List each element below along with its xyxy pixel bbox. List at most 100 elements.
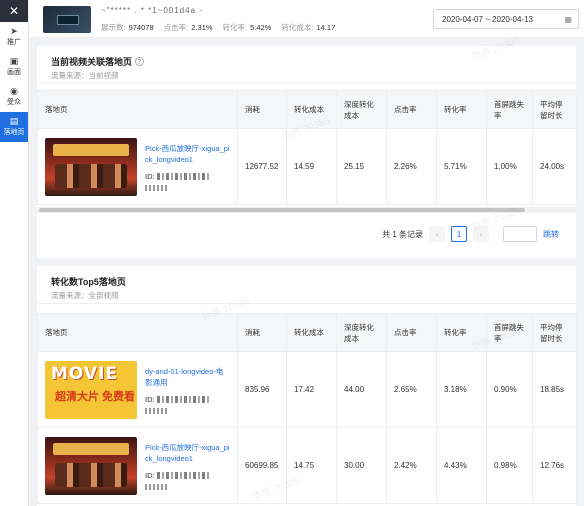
stat-ctr: 点击率: 2.31%	[163, 23, 213, 32]
column-header[interactable]: 转化成本	[286, 313, 337, 352]
card-title: 转化数Top5落地页	[51, 277, 126, 287]
top5-landing-pages-card: 转化数Top5落地页 流量来源：全部视频 落地页 消耗 转化成本 深度转化成本 …	[37, 266, 577, 506]
deep-conv-cost-cell: 44.00	[336, 351, 387, 428]
rail-item-promotion[interactable]: ➤ 推广	[0, 22, 28, 52]
video-thumbnail[interactable]	[43, 6, 91, 33]
top5-table: 落地页 消耗 转化成本 深度转化成本 点击率 转化率 首屏跳失率 平均停留时长 …	[37, 313, 577, 504]
landing-page-table: 落地页 消耗 转化成本 深度转化成本 点击率 转化率 首屏跳失率 平均停留时长 …	[37, 90, 577, 205]
current-video-landing-pages-card: 当前视频关联落地页 ? 流量来源：当前视频 落地页 消耗 转化成本 深度转化成本…	[37, 46, 577, 258]
video-header: ~"***** . * *1~001d4a - 展示数: 974078 点击率: 2…	[29, 0, 584, 38]
rail-item-label: 画面	[7, 69, 21, 76]
column-header[interactable]: 落地页	[37, 90, 238, 129]
rail-item-label: 推广	[7, 39, 21, 46]
left-rail: ✕ ➤ 推广 ▣ 画面 ◉ 受众 ▤ 落地页	[0, 0, 29, 506]
close-icon[interactable]: ✕	[0, 0, 28, 22]
stat-conv-cost: 转化成本: 14.17	[281, 23, 336, 32]
column-header[interactable]: 首屏跳失率	[486, 313, 533, 352]
landing-page-cell: Pick-西瓜放映厅-xigua_pick_longvideo1 ID:	[37, 128, 238, 205]
pagination: 共 1 条记录 ‹ 1 › 跳转	[37, 216, 576, 252]
landing-page-link[interactable]: Pick-西瓜放映厅-xigua_pick_longvideo1	[145, 442, 230, 464]
page-number[interactable]: 1	[451, 226, 467, 242]
landing-page-id: ID:	[145, 394, 230, 414]
thumbnail-word: MOVIE	[51, 363, 119, 384]
jump-button[interactable]: 跳转	[543, 229, 559, 240]
next-page-button[interactable]: ›	[473, 226, 489, 242]
column-header[interactable]: 平均停留时长	[532, 90, 577, 129]
landing-page-link[interactable]: Pick-西瓜放映厅-xigua_pick_longvideo1	[145, 143, 230, 165]
total-records: 共 1 条记录	[382, 229, 423, 239]
card-title: 当前视频关联落地页 ?	[51, 55, 145, 68]
calendar-icon: ▦	[564, 14, 572, 24]
prev-page-button[interactable]: ‹	[429, 226, 445, 242]
conv-cost-cell: 17.42	[286, 351, 337, 428]
cvr-cell: 5.71%	[436, 128, 487, 205]
column-header[interactable]: 转化成本	[286, 90, 337, 129]
ctr-cell: 2.42%	[386, 427, 437, 504]
landing-page-id: ID:	[145, 171, 230, 191]
send-icon: ➤	[10, 27, 18, 37]
column-header[interactable]: 平均停留时长	[532, 313, 577, 352]
cost-cell: 60699.85	[237, 427, 287, 504]
deep-conv-cost-cell: 30.00	[336, 427, 387, 504]
column-header[interactable]: 深度转化成本	[336, 90, 387, 129]
column-header[interactable]: 转化率	[436, 313, 487, 352]
landing-page-thumbnail[interactable]	[45, 436, 137, 495]
rail-item-label: 落地页	[3, 129, 25, 136]
cost-cell: 835.96	[237, 351, 287, 428]
help-icon[interactable]: ?	[135, 57, 145, 66]
stay-cell: 24.00s	[532, 128, 577, 205]
traffic-source: 流量来源：当前视频	[51, 71, 119, 80]
conv-cost-cell: 14.75	[286, 427, 337, 504]
landing-page-id: ID:	[145, 470, 230, 490]
column-header[interactable]: 点击率	[386, 313, 437, 352]
rail-item-label: 受众	[7, 99, 21, 106]
stay-cell: 12.76s	[532, 427, 577, 504]
cost-cell: 12677.52	[237, 128, 287, 205]
rail-item-screen[interactable]: ▣ 画面	[0, 52, 28, 82]
column-header[interactable]: 消耗	[237, 90, 287, 129]
divider	[37, 303, 576, 304]
rail-item-audience[interactable]: ◉ 受众	[0, 82, 28, 112]
traffic-source: 流量来源：全部视频	[51, 291, 119, 300]
column-header[interactable]: 首屏跳失率	[486, 90, 533, 129]
date-range-picker[interactable]: 2020-04-07 ~ 2020-04-13 ▦	[433, 9, 579, 29]
horizontal-scrollbar[interactable]	[37, 207, 576, 213]
thumbnail-caption: 超清大片 免费看	[55, 390, 136, 403]
landing-page-cell: MOVIE 超清大片 免费看 dy-and-01-longvideo-电影通用 …	[37, 351, 238, 428]
column-header[interactable]: 落地页	[37, 313, 238, 352]
rail-item-landing-page[interactable]: ▤ 落地页	[0, 112, 28, 142]
stat-cvr: 转化率: 5.42%	[222, 23, 272, 32]
divider	[37, 83, 576, 84]
stay-cell: 18.85s	[532, 351, 577, 428]
video-stats: 展示数: 974078 点击率: 2.31% 转化率: 5.42% 转化成本: 14.1…	[101, 22, 335, 33]
column-header[interactable]: 转化率	[436, 90, 487, 129]
landing-page-thumbnail[interactable]	[45, 137, 137, 196]
table-header-row: 落地页 消耗 转化成本 深度转化成本 点击率 转化率 首屏跳失率 平均停留时长	[37, 90, 577, 129]
column-header[interactable]: 消耗	[237, 313, 287, 352]
deep-conv-cost-cell: 25.15	[336, 128, 387, 205]
scrollbar-thumb[interactable]	[39, 208, 525, 212]
ctr-cell: 2.65%	[386, 351, 437, 428]
table-header-row: 落地页 消耗 转化成本 深度转化成本 点击率 转化率 首屏跳失率 平均停留时长	[37, 313, 577, 352]
column-header[interactable]: 点击率	[386, 90, 437, 129]
table-row: Pick-西瓜放映厅-xigua_pick_longvideo1 ID: 126…	[37, 128, 577, 205]
landing-page-thumbnail[interactable]: MOVIE 超清大片 免费看	[45, 360, 137, 419]
stat-impressions: 展示数: 974078	[101, 23, 154, 32]
column-header[interactable]: 深度转化成本	[336, 313, 387, 352]
bounce-cell: 1.00%	[486, 128, 533, 205]
bounce-cell: 0.98%	[486, 427, 533, 504]
video-title: ~"***** . * *1~001d4a -	[101, 6, 203, 15]
landing-page-icon: ▤	[9, 117, 19, 127]
date-range-value: 2020-04-07 ~ 2020-04-13	[442, 14, 533, 24]
cvr-cell: 4.43%	[436, 427, 487, 504]
table-row: MOVIE 超清大片 免费看 dy-and-01-longvideo-电影通用 …	[37, 351, 577, 428]
ctr-cell: 2.26%	[386, 128, 437, 205]
screen-icon: ▣	[9, 57, 19, 67]
conv-cost-cell: 14.59	[286, 128, 337, 205]
page-jump-input[interactable]	[503, 226, 537, 242]
audience-icon: ◉	[10, 87, 18, 97]
landing-page-link[interactable]: dy-and-01-longvideo-电影通用	[145, 366, 230, 388]
landing-page-cell: Pick-西瓜放映厅-xigua_pick_longvideo1 ID:	[37, 427, 238, 504]
cvr-cell: 3.18%	[436, 351, 487, 428]
table-row: Pick-西瓜放映厅-xigua_pick_longvideo1 ID: 606…	[37, 427, 577, 504]
